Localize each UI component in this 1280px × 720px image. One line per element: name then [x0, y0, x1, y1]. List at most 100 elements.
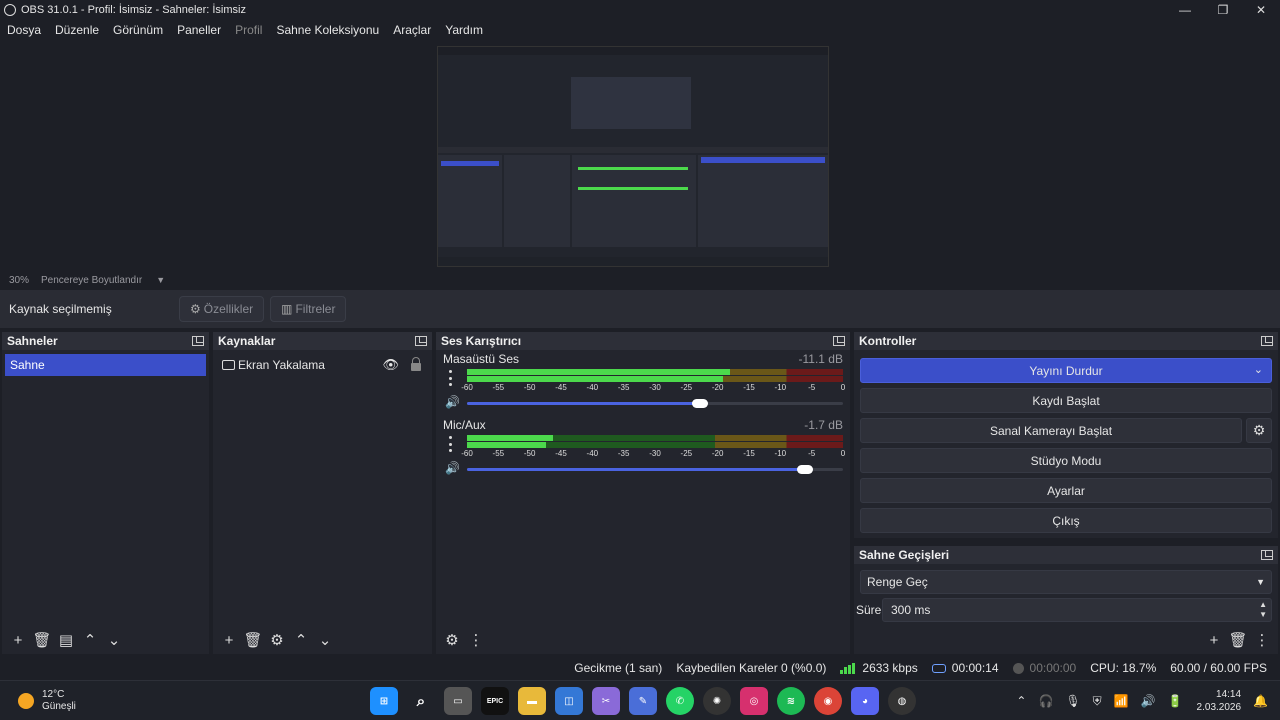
undock-icon[interactable]: [833, 336, 845, 346]
volume-slider-handle[interactable]: [797, 465, 814, 474]
weather-widget[interactable]: 12°C Güneşli: [18, 689, 76, 713]
mixer-menu-icon[interactable]: ⋮: [464, 628, 488, 652]
task-view-icon[interactable]: ▭: [444, 687, 472, 715]
scene-filter-icon[interactable]: ▤: [54, 628, 78, 652]
volume-icon[interactable]: 🔊: [1141, 694, 1156, 708]
properties-button[interactable]: ⚙ Özellikler: [179, 296, 265, 322]
settings-button[interactable]: Ayarlar: [860, 478, 1272, 503]
whatsapp-icon[interactable]: ✆: [666, 687, 694, 715]
scale-tick-label: -5: [808, 449, 816, 458]
battery-icon[interactable]: 🔋: [1168, 694, 1183, 708]
chevron-down-icon: ▼: [1256, 577, 1265, 587]
trash-icon[interactable]: 🗑: [1226, 628, 1250, 652]
add-scene-icon[interactable]: +: [6, 628, 30, 652]
channel-menu-icon[interactable]: [448, 436, 452, 452]
studio-mode-button[interactable]: Stüdyo Modu: [860, 448, 1272, 473]
clock-time: 14:14: [1216, 689, 1242, 700]
gear-icon[interactable]: ⚙: [1246, 418, 1272, 443]
store-icon[interactable]: ◫: [555, 687, 583, 715]
undock-icon[interactable]: [415, 336, 427, 346]
undock-icon[interactable]: [192, 336, 204, 346]
minimize-button[interactable]: —: [1166, 0, 1204, 20]
windows-start-icon[interactable]: ⊞: [370, 687, 398, 715]
volume-slider[interactable]: [467, 465, 843, 474]
move-up-icon[interactable]: ⌃: [78, 628, 102, 652]
start-recording-button[interactable]: Kaydı Başlat: [860, 388, 1272, 413]
preview-canvas[interactable]: [437, 46, 829, 267]
gear-icon[interactable]: ⚙: [265, 628, 289, 652]
epic-games-icon[interactable]: EPIC: [481, 687, 509, 715]
system-clock[interactable]: 14:14 2.03.2026: [1197, 688, 1242, 714]
menu-view[interactable]: Görünüm: [113, 23, 163, 37]
headset-icon[interactable]: 🎧: [1038, 694, 1053, 708]
weather-text: 12°C Güneşli: [42, 689, 76, 713]
undock-icon[interactable]: [1261, 550, 1273, 560]
undock-icon[interactable]: [1261, 336, 1273, 346]
close-button[interactable]: ✕: [1242, 0, 1280, 20]
controls-dock-header: Kontroller: [854, 332, 1278, 350]
transition-menu-icon[interactable]: ⋮: [1250, 628, 1274, 652]
scale-tick-label: -35: [617, 449, 630, 458]
discord-icon[interactable]: ◕: [851, 687, 879, 715]
trash-icon[interactable]: 🗑: [241, 628, 265, 652]
weather-temp: 12°C: [42, 689, 65, 700]
spotify-icon[interactable]: ≋: [777, 687, 805, 715]
obs-icon[interactable]: ◍: [888, 687, 916, 715]
monitor-icon: [222, 360, 235, 370]
stop-stream-button[interactable]: Yayını Durdur ⌄: [860, 358, 1272, 383]
volume-slider[interactable]: [467, 399, 843, 408]
security-icon[interactable]: ⛨: [1093, 694, 1102, 709]
filters-button[interactable]: ▥ Filtreler: [270, 296, 347, 322]
duration-input[interactable]: 300 ms ▲ ▼: [882, 598, 1272, 622]
tray-overflow-icon[interactable]: ⌃: [1016, 694, 1026, 708]
speaker-icon[interactable]: 🔊: [445, 395, 460, 409]
menu-scene-collection[interactable]: Sahne Koleksiyonu: [276, 23, 379, 37]
preview-area[interactable]: [0, 40, 1280, 272]
zoom-dropdown-icon[interactable]: ▼: [156, 275, 165, 285]
transitions-dock-header: Sahne Geçişleri: [854, 546, 1278, 564]
scale-tick-label: 0: [840, 383, 846, 392]
start-virtual-camera-button[interactable]: Sanal Kamerayı Başlat: [860, 418, 1242, 443]
snipping-tool-icon[interactable]: ✂: [592, 687, 620, 715]
menu-tools[interactable]: Araçlar: [393, 23, 431, 37]
scale-tick-label: -50: [523, 383, 536, 392]
chevron-down-icon[interactable]: ⌄: [1254, 363, 1263, 376]
menu-edit[interactable]: Düzenle: [55, 23, 99, 37]
menu-help[interactable]: Yardım: [445, 23, 483, 37]
paint-icon[interactable]: ✎: [629, 687, 657, 715]
notifications-bell-icon[interactable]: 🔔: [1253, 694, 1268, 708]
visibility-eye-icon[interactable]: 👁: [382, 357, 399, 373]
restore-button[interactable]: ❐: [1204, 0, 1242, 20]
lock-icon[interactable]: [411, 357, 421, 371]
chatgpt-icon[interactable]: ✺: [703, 687, 731, 715]
move-down-icon[interactable]: ⌄: [102, 628, 126, 652]
instagram-icon[interactable]: ◎: [740, 687, 768, 715]
channel-name: Mic/Aux: [443, 418, 486, 432]
move-down-icon[interactable]: ⌄: [313, 628, 337, 652]
wifi-icon[interactable]: 📶: [1114, 694, 1129, 708]
file-explorer-icon[interactable]: ▬: [518, 687, 546, 715]
source-item[interactable]: Ekran Yakalama 👁: [216, 354, 429, 376]
add-transition-icon[interactable]: +: [1202, 628, 1226, 652]
menu-profile[interactable]: Profil: [235, 23, 262, 37]
chrome-icon[interactable]: ◉: [814, 687, 842, 715]
preview-zoom-bar: 30% Pencereye Boyutlandır ▼: [0, 272, 1280, 288]
spinner-icon[interactable]: ▲ ▼: [1259, 600, 1267, 620]
transition-select[interactable]: Renge Geç ▼: [860, 570, 1272, 594]
move-up-icon[interactable]: ⌃: [289, 628, 313, 652]
speaker-icon[interactable]: 🔊: [445, 461, 460, 475]
scene-item[interactable]: Sahne: [5, 354, 206, 376]
advanced-audio-icon[interactable]: ⚙: [440, 628, 464, 652]
exit-button[interactable]: Çıkış: [860, 508, 1272, 533]
menu-docks[interactable]: Paneller: [177, 23, 221, 37]
add-source-icon[interactable]: +: [217, 628, 241, 652]
microphone-icon[interactable]: 🎙: [1065, 694, 1080, 708]
bitrate-value: 2633 kbps: [862, 661, 918, 675]
channel-menu-icon[interactable]: [448, 370, 452, 386]
fit-to-window-label[interactable]: Pencereye Boyutlandır: [41, 275, 142, 286]
trash-icon[interactable]: 🗑: [30, 628, 54, 652]
status-delay: Gecikme (1 san): [574, 661, 663, 675]
search-icon[interactable]: ⌕: [407, 687, 435, 715]
menu-file[interactable]: Dosya: [7, 23, 41, 37]
volume-slider-handle[interactable]: [692, 399, 709, 408]
